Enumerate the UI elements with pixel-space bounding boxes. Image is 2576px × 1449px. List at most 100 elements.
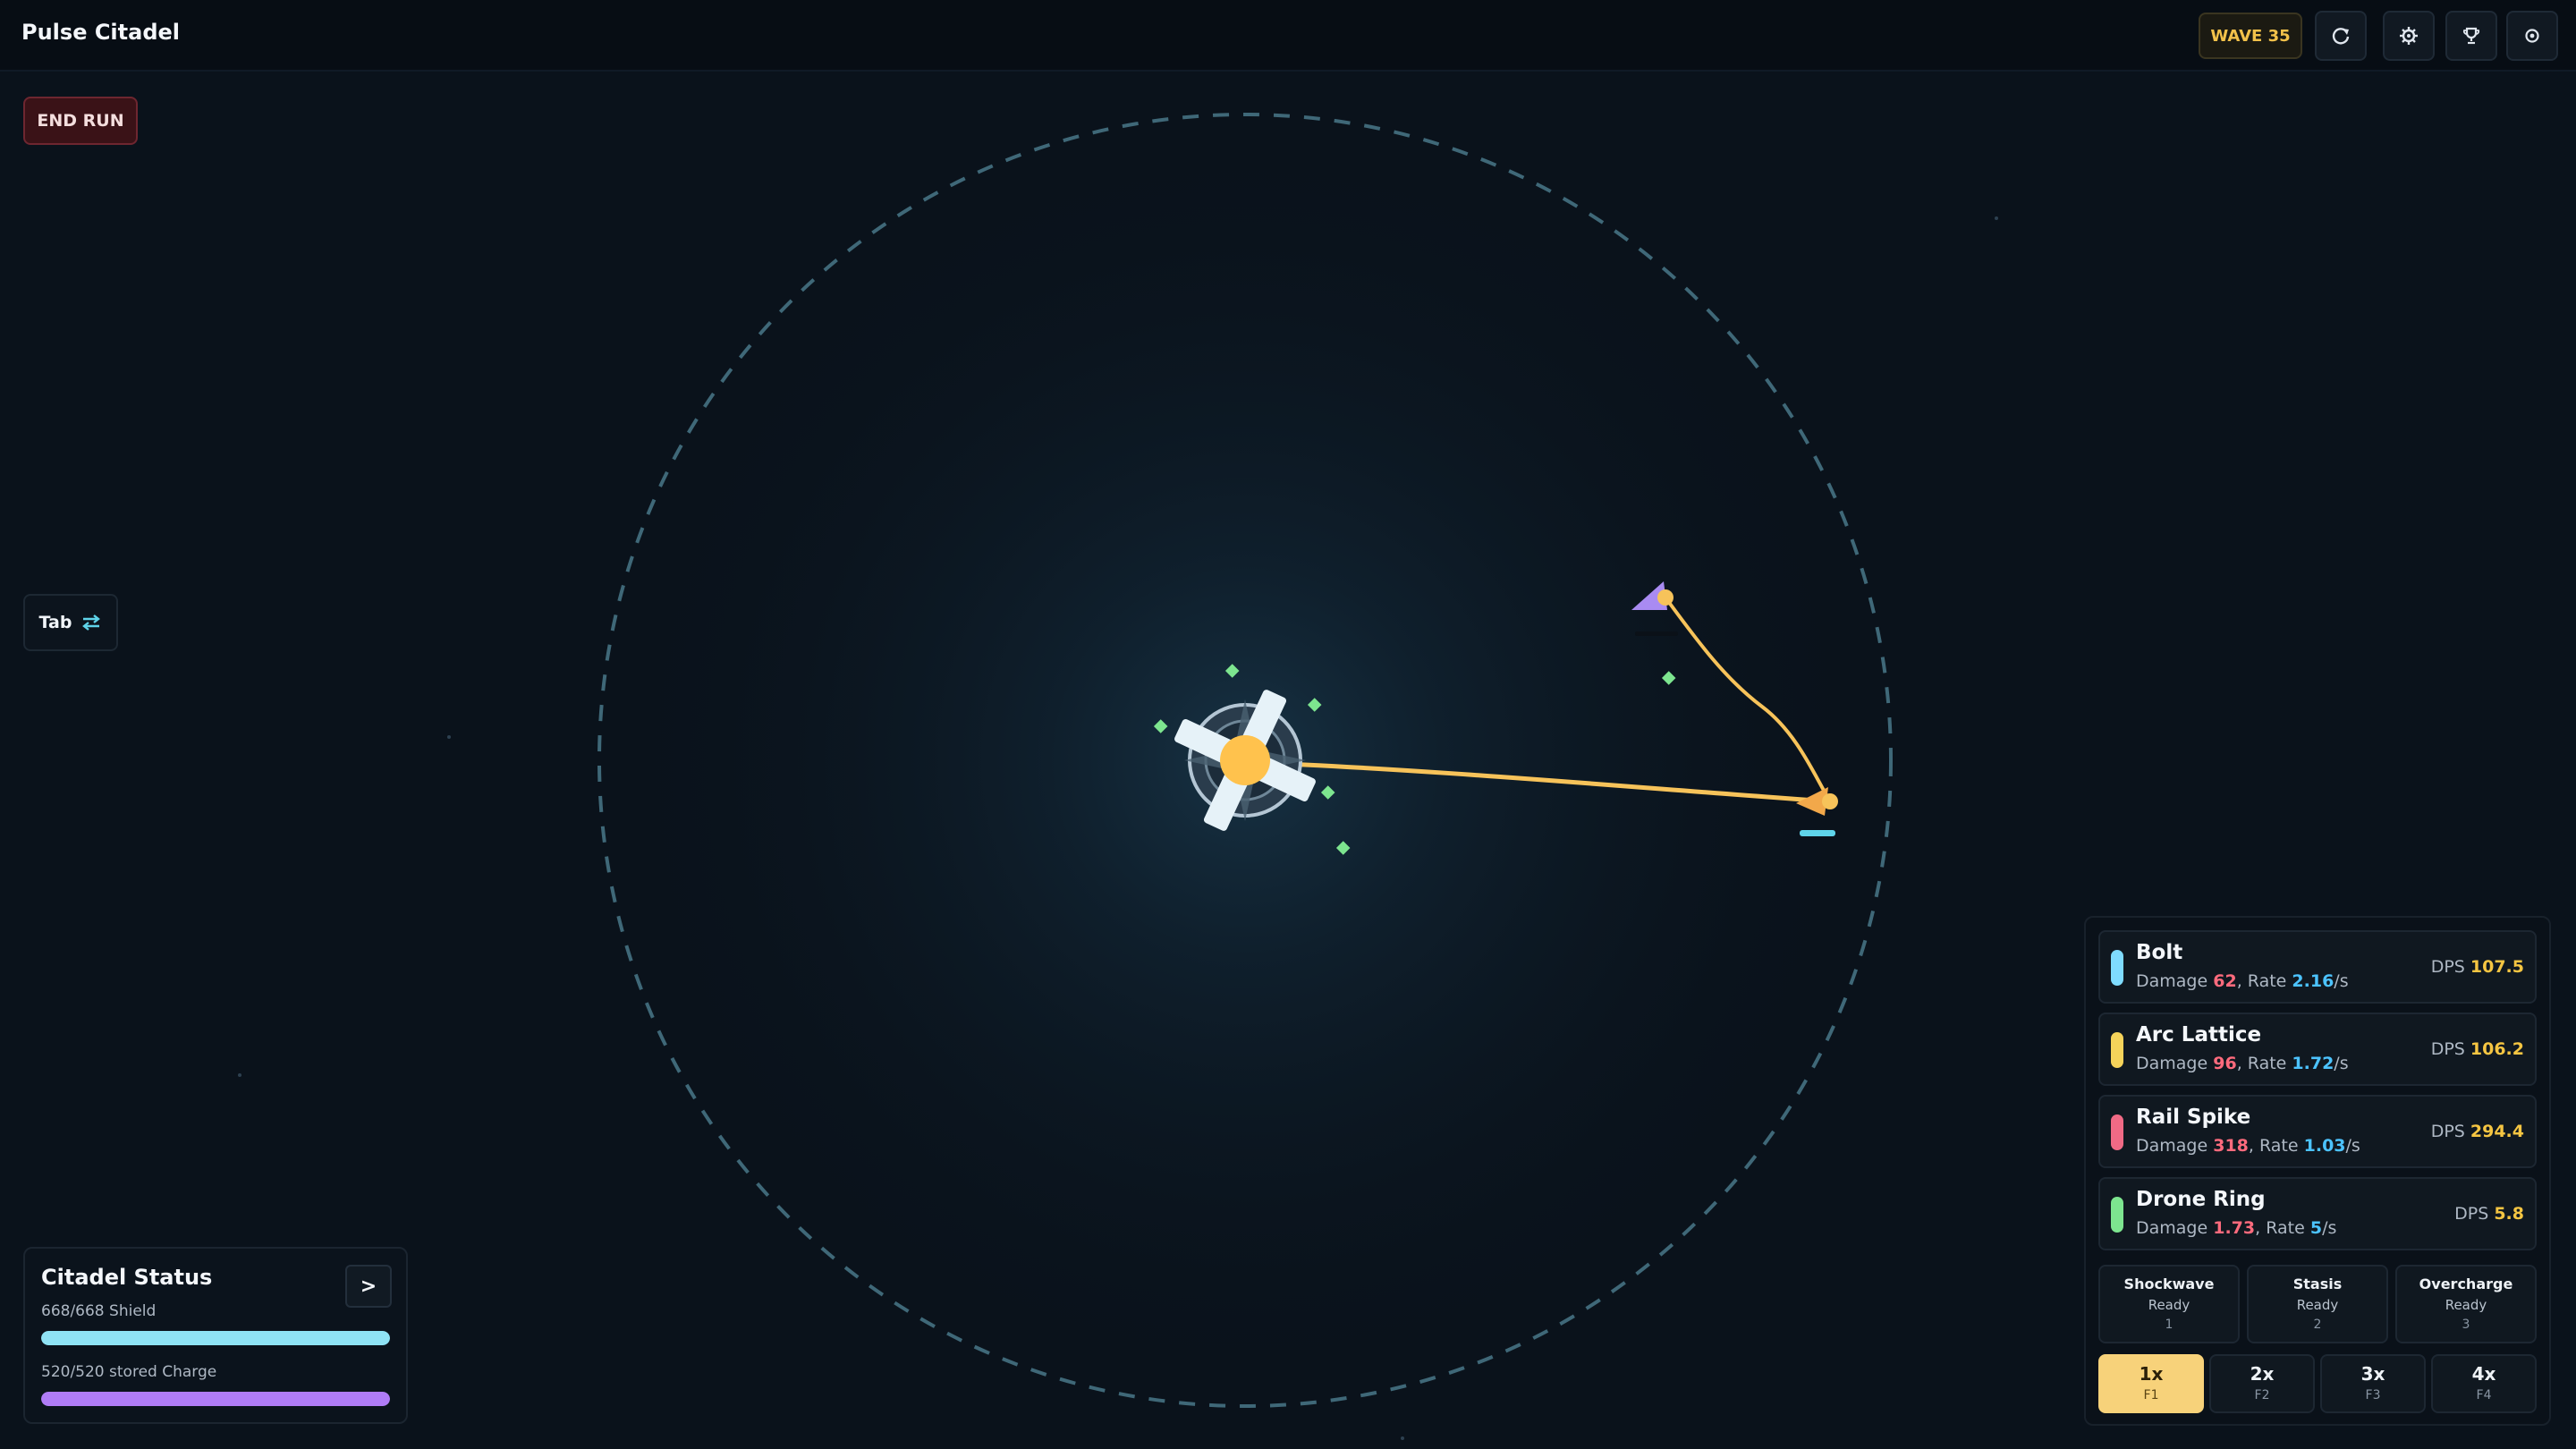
rate-value: 2.16 [2292, 971, 2334, 991]
speed-hotkey: F1 [2143, 1388, 2159, 1402]
speed-hotkey: F4 [2476, 1388, 2492, 1402]
weapon-dps: DPS 107.5 [2431, 957, 2524, 977]
achievements-button[interactable] [2445, 11, 2497, 61]
shield-bar-fill [41, 1331, 390, 1345]
wave-badge: WAVE 35 [2199, 13, 2302, 59]
ability-state: Ready [2445, 1297, 2487, 1313]
weapon-color-pill [2111, 1197, 2123, 1233]
damage-value: 62 [2213, 971, 2237, 991]
weapons-panel: Bolt Damage 62, Rate 2.16/s DPS 107.5 Ar… [2084, 916, 2551, 1426]
tab-label: Tab [38, 613, 72, 632]
charge-label: 520/520 stored Charge [41, 1363, 217, 1381]
weapon-name: Bolt [2136, 941, 2183, 964]
rate-label: Rate [2247, 1054, 2287, 1073]
dps-value: 106.2 [2470, 1039, 2524, 1059]
rate-label: Rate [2247, 971, 2287, 991]
speed-label: 2x [2250, 1363, 2275, 1385]
star [447, 735, 451, 739]
weapon-name: Arc Lattice [2136, 1023, 2262, 1046]
rate-value: 1.03 [2303, 1136, 2346, 1156]
trophy-icon [2462, 27, 2480, 45]
rate-value: 5 [2309, 1218, 2323, 1238]
ability-hotkey: 1 [2165, 1318, 2174, 1332]
ability-name: Shockwave [2123, 1275, 2215, 1292]
per-sec-unit: /s [2334, 1054, 2349, 1073]
citadel-status-panel: Citadel Status > 668/668 Shield 520/520 … [23, 1247, 408, 1424]
charge-bar-fill [41, 1392, 390, 1406]
app-title: Pulse Citadel [21, 20, 181, 45]
damage-label: Damage [2136, 1136, 2208, 1156]
shield-bar [41, 1331, 390, 1345]
speed-label: 4x [2471, 1363, 2496, 1385]
star [238, 1073, 242, 1077]
upgrades-button[interactable] [2383, 11, 2435, 61]
weapon-card-bolt[interactable]: Bolt Damage 62, Rate 2.16/s DPS 107.5 [2098, 930, 2537, 1004]
weapon-stats: Damage 96, Rate 1.72/s [2136, 1054, 2349, 1073]
dps-label: DPS [2454, 1204, 2489, 1224]
settings-icon [2525, 29, 2539, 43]
damage-label: Damage [2136, 1218, 2208, 1238]
ability-name: Overcharge [2419, 1275, 2513, 1292]
top-bar: Pulse Citadel WAVE 35 [0, 0, 2576, 72]
collapse-status-button[interactable]: > [345, 1265, 392, 1308]
star [1401, 1436, 1404, 1440]
ability-name: Stasis [2292, 1275, 2343, 1292]
ability-state: Ready [2148, 1297, 2190, 1313]
weapon-dps: DPS 5.8 [2454, 1204, 2524, 1224]
dps-label: DPS [2430, 1122, 2465, 1141]
tab-toggle-button[interactable]: Tab [23, 594, 118, 651]
end-run-button[interactable]: END RUN [23, 97, 138, 145]
star [1995, 216, 1998, 220]
ability-shockwave-button[interactable]: Shockwave Ready 1 [2098, 1265, 2240, 1343]
per-sec-unit: /s [2345, 1136, 2360, 1156]
weapon-name: Rail Spike [2136, 1106, 2251, 1129]
gear-icon [2400, 27, 2418, 45]
speed-hotkey: F3 [2365, 1388, 2381, 1402]
damage-label: Damage [2136, 1054, 2208, 1073]
ability-hotkey: 3 [2462, 1318, 2470, 1332]
damage-value: 318 [2213, 1136, 2249, 1156]
weapon-dps: DPS 294.4 [2431, 1122, 2524, 1141]
damage-value: 96 [2213, 1054, 2237, 1073]
ability-hotkey: 2 [2313, 1318, 2322, 1332]
weapon-card-arc-lattice[interactable]: Arc Lattice Damage 96, Rate 1.72/s DPS 1… [2098, 1013, 2537, 1086]
weapon-name: Drone Ring [2136, 1188, 2266, 1211]
weapon-color-pill [2111, 950, 2123, 986]
rate-label: Rate [2259, 1136, 2299, 1156]
shield-label: 668/668 Shield [41, 1302, 157, 1320]
dps-label: DPS [2430, 957, 2465, 977]
ability-state: Ready [2296, 1297, 2339, 1313]
weapon-stats: Damage 318, Rate 1.03/s [2136, 1136, 2360, 1156]
speed-2x-button[interactable]: 2x F2 [2209, 1354, 2315, 1413]
charge-bar [41, 1392, 390, 1406]
status-title: Citadel Status [41, 1265, 213, 1290]
weapon-stats: Damage 1.73, Rate 5/s [2136, 1218, 2337, 1238]
dps-value: 294.4 [2470, 1122, 2524, 1141]
speed-1x-button[interactable]: 1x F1 [2098, 1354, 2204, 1413]
damage-label: Damage [2136, 971, 2208, 991]
weapon-dps: DPS 106.2 [2431, 1039, 2524, 1059]
speed-3x-button[interactable]: 3x F3 [2320, 1354, 2426, 1413]
rate-label: Rate [2266, 1218, 2305, 1238]
speed-4x-button[interactable]: 4x F4 [2431, 1354, 2537, 1413]
per-sec-unit: /s [2334, 971, 2349, 991]
weapon-stats: Damage 62, Rate 2.16/s [2136, 971, 2349, 991]
restart-button[interactable] [2315, 11, 2367, 61]
dps-value: 107.5 [2470, 957, 2524, 977]
rate-value: 1.72 [2292, 1054, 2334, 1073]
speed-label: 3x [2360, 1363, 2385, 1385]
restart-icon [2332, 28, 2350, 45]
weapon-card-drone-ring[interactable]: Drone Ring Damage 1.73, Rate 5/s DPS 5.8 [2098, 1177, 2537, 1250]
dps-value: 5.8 [2494, 1204, 2524, 1224]
settings-button[interactable] [2506, 11, 2558, 61]
damage-value: 1.73 [2213, 1218, 2256, 1238]
weapon-color-pill [2111, 1114, 2123, 1150]
dps-label: DPS [2430, 1039, 2465, 1059]
ability-stasis-button[interactable]: Stasis Ready 2 [2247, 1265, 2388, 1343]
speed-hotkey: F2 [2254, 1388, 2270, 1402]
weapon-card-rail-spike[interactable]: Rail Spike Damage 318, Rate 1.03/s DPS 2… [2098, 1095, 2537, 1168]
weapon-color-pill [2111, 1032, 2123, 1068]
swap-arrows-icon [82, 614, 101, 631]
ability-overcharge-button[interactable]: Overcharge Ready 3 [2395, 1265, 2537, 1343]
per-sec-unit: /s [2322, 1218, 2337, 1238]
